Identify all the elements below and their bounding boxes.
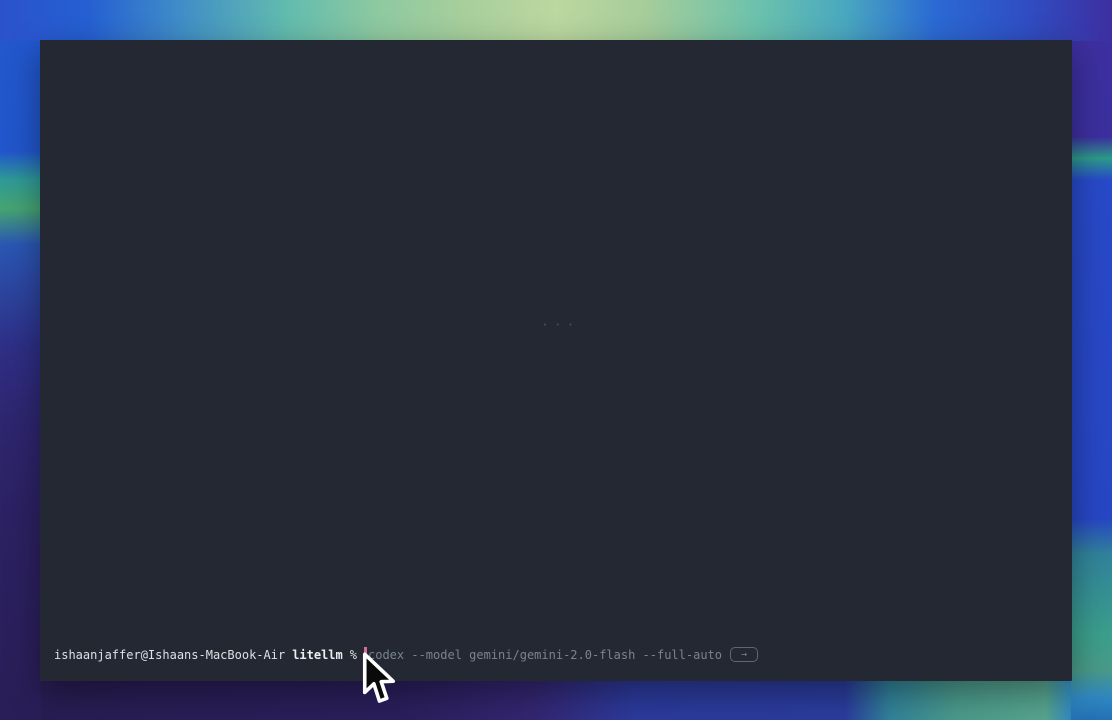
prompt-user-host: ishaanjaffer@Ishaans-MacBook-Air xyxy=(54,647,285,663)
screen: { "terminal": { "prompt": { "user_host":… xyxy=(0,0,1112,720)
prompt-cwd: litellm xyxy=(292,647,343,663)
right-arrow-icon: → xyxy=(741,648,747,661)
terminal-prompt-line[interactable]: ishaanjaffer@Ishaans-MacBook-Air litellm… xyxy=(54,646,758,663)
terminal-window[interactable]: ··· ishaanjaffer@Ishaans-MacBook-Air lit… xyxy=(40,40,1072,681)
terminal-center-ellipsis: ··· xyxy=(541,318,579,333)
command-autosuggestion[interactable]: codex --model gemini/gemini-2.0-flash --… xyxy=(368,647,722,663)
prompt-symbol: % xyxy=(350,647,357,663)
text-caret[interactable] xyxy=(364,647,367,662)
accept-hint-badge: → xyxy=(730,647,758,662)
